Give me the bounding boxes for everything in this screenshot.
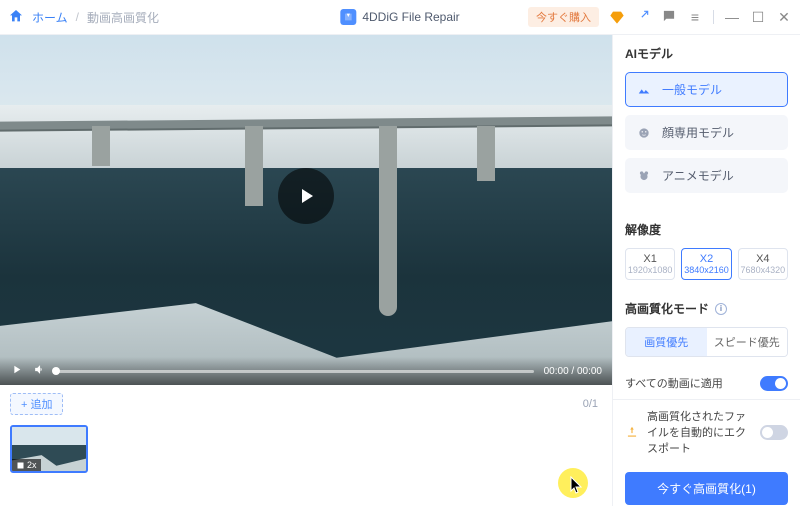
- home-icon[interactable]: [8, 8, 24, 27]
- resolution-x4[interactable]: X4 7680x4320: [738, 248, 788, 280]
- enhance-button[interactable]: 今すぐ高画質化(1): [625, 472, 788, 505]
- resolution-title: 解像度: [625, 221, 788, 238]
- thumbnail-badge-label: 2x: [27, 460, 37, 470]
- app-name-label: 4DDiG File Repair: [362, 10, 459, 24]
- add-video-button[interactable]: + 追加: [10, 393, 63, 415]
- app-title: 4DDiG File Repair: [340, 9, 459, 25]
- thumbnail-badge: 2x: [12, 459, 41, 471]
- menu-icon[interactable]: ≡: [687, 10, 703, 24]
- divider: [713, 10, 714, 24]
- model-general-button[interactable]: 一般モデル: [625, 72, 788, 107]
- video-time: 00:00 / 00:00: [544, 366, 602, 377]
- apply-all-toggle[interactable]: [760, 376, 788, 391]
- minimize-button[interactable]: —: [724, 10, 740, 24]
- auto-export-toggle[interactable]: [760, 425, 788, 440]
- apply-all-label: すべての動画に適用: [625, 375, 723, 391]
- resolution-x1-label: X1: [626, 253, 674, 265]
- title-bar: ホーム / 動画高画質化 4DDiG File Repair 今すぐ購入 ≡ —…: [0, 0, 800, 34]
- model-anime-button[interactable]: アニメモデル: [625, 158, 788, 193]
- model-anime-label: アニメモデル: [662, 167, 734, 184]
- breadcrumb-home[interactable]: ホーム: [32, 9, 68, 26]
- breadcrumb-separator: /: [76, 10, 79, 24]
- resolution-x1-dim: 1920x1080: [626, 265, 674, 275]
- mode-quality-button[interactable]: 画質優先: [626, 328, 707, 356]
- info-icon[interactable]: i: [715, 303, 727, 315]
- resolution-x1[interactable]: X1 1920x1080: [625, 248, 675, 280]
- mode-speed-button[interactable]: スピード優先: [707, 328, 788, 356]
- volume-icon[interactable]: [33, 363, 46, 379]
- play-small-icon[interactable]: [10, 363, 23, 379]
- resolution-x4-dim: 7680x4320: [739, 265, 787, 275]
- video-count: 0/1: [583, 398, 602, 410]
- play-button[interactable]: [278, 168, 334, 224]
- link-icon[interactable]: [635, 9, 651, 25]
- progress-slider[interactable]: [56, 370, 534, 373]
- premium-icon[interactable]: [609, 9, 625, 25]
- auto-export-label: 高画質化されたファイルを自動的にエクスポート: [647, 408, 752, 456]
- apply-all-row: すべての動画に適用: [613, 367, 800, 399]
- model-face-label: 顔専用モデル: [662, 124, 734, 141]
- mode-title-label: 高画質化モード: [625, 300, 709, 317]
- play-icon: [294, 184, 318, 208]
- progress-thumb[interactable]: [52, 367, 60, 375]
- bear-icon: [636, 168, 652, 184]
- landscape-icon: [636, 82, 652, 98]
- mode-title: 高画質化モード i: [625, 300, 788, 317]
- resolution-x2-label: X2: [682, 253, 730, 265]
- resolution-x2[interactable]: X2 3840x2160: [681, 248, 731, 280]
- app-logo-icon: [340, 9, 356, 25]
- video-preview[interactable]: 00:00 / 00:00: [0, 35, 612, 385]
- auto-export-row: 高画質化されたファイルを自動的にエクスポート: [613, 399, 800, 464]
- export-icon: [625, 425, 639, 439]
- video-thumbnail[interactable]: 2x: [10, 425, 88, 473]
- image-icon: [16, 461, 25, 470]
- buy-now-button[interactable]: 今すぐ購入: [528, 7, 599, 27]
- model-general-label: 一般モデル: [662, 81, 722, 98]
- resolution-x2-dim: 3840x2160: [682, 265, 730, 275]
- face-icon: [636, 125, 652, 141]
- model-face-button[interactable]: 顔専用モデル: [625, 115, 788, 150]
- breadcrumb-current: 動画高画質化: [87, 9, 159, 26]
- ai-model-title: AIモデル: [625, 45, 788, 62]
- maximize-button[interactable]: ☐: [750, 10, 766, 24]
- resolution-x4-label: X4: [739, 253, 787, 265]
- feedback-icon[interactable]: [661, 9, 677, 25]
- close-button[interactable]: ✕: [776, 10, 792, 24]
- video-controls: 00:00 / 00:00: [0, 357, 612, 385]
